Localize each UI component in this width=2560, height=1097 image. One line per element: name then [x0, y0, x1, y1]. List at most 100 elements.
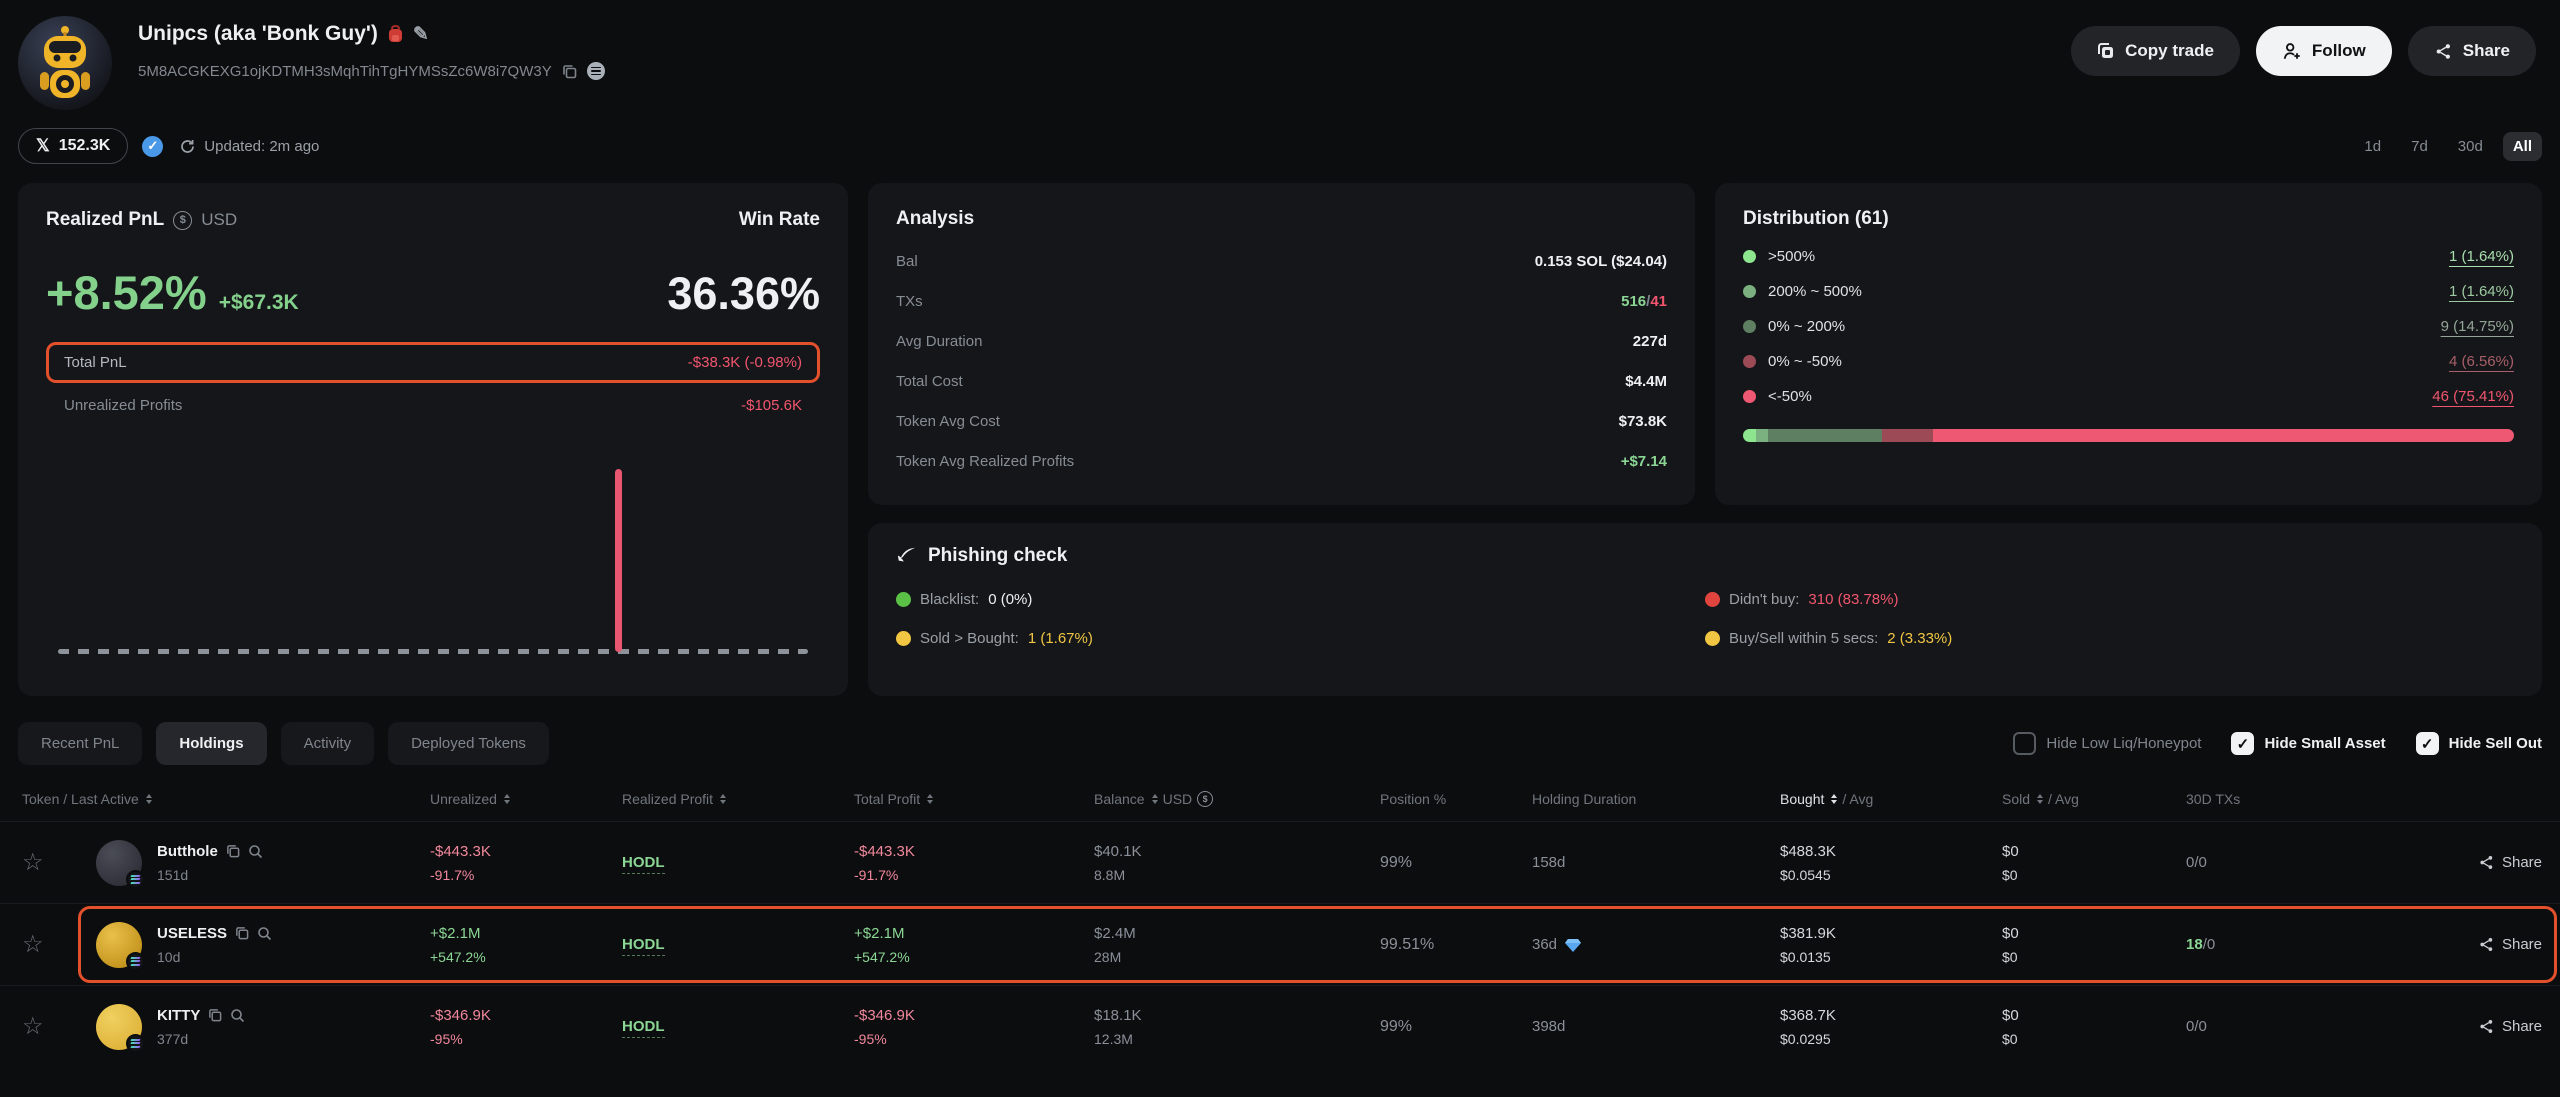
search-token-icon[interactable]: [257, 926, 272, 941]
filter-hide-sell-out[interactable]: ✓ Hide Sell Out: [2416, 732, 2542, 755]
total-profit-cell: -$443.3K-91.7%: [854, 843, 1094, 883]
sort-icon[interactable]: [1831, 791, 1837, 807]
column-label: Unrealized: [430, 791, 497, 807]
time-filter-7d[interactable]: 7d: [2401, 132, 2438, 161]
filter-hide-low-liq-honeypot[interactable]: ✓ Hide Low Liq/Honeypot: [2013, 732, 2201, 755]
checkbox-icon[interactable]: ✓: [2231, 732, 2254, 755]
token-last-active: 377d: [157, 1031, 245, 1047]
table-row-kitty[interactable]: ☆ KITTY 377d: [0, 985, 2560, 1067]
distribution-range-label: 0% ~ 200%: [1768, 318, 1845, 335]
checkbox-icon[interactable]: ✓: [2013, 732, 2036, 755]
phishing-item-label: Buy/Sell within 5 secs:: [1729, 630, 1878, 647]
filter-hide-small-asset[interactable]: ✓ Hide Small Asset: [2231, 732, 2385, 755]
sort-icon[interactable]: [927, 791, 933, 807]
follow-button[interactable]: Follow: [2256, 26, 2392, 76]
explorer-link-icon[interactable]: [587, 62, 605, 80]
distribution-card: Distribution (61) >500% 1 (1.64%) 200% ~…: [1715, 183, 2542, 505]
copy-token-icon[interactable]: [208, 1008, 222, 1022]
sort-icon[interactable]: [720, 791, 726, 807]
sort-icon[interactable]: [2037, 791, 2043, 807]
twitter-followers-pill[interactable]: 𝕏 152.3K: [18, 128, 128, 164]
edit-name-icon[interactable]: ✎: [413, 23, 429, 46]
token-avatar[interactable]: [96, 922, 142, 968]
favorite-star-icon[interactable]: ☆: [22, 930, 68, 959]
token-last-active: 10d: [157, 949, 272, 965]
favorite-star-icon[interactable]: ☆: [22, 1012, 68, 1041]
tab-recent-pnl[interactable]: Recent PnL: [18, 722, 142, 765]
sold-cell: $0$0: [2002, 1007, 2186, 1047]
distribution-count-link[interactable]: 1 (1.64%): [2449, 248, 2514, 265]
distribution-bar-segment: [1882, 429, 1933, 442]
time-filter-group: 1d 7d 30d All: [2354, 132, 2542, 161]
sort-icon[interactable]: [146, 791, 152, 807]
analysis-row-value: 516/41: [1621, 293, 1667, 310]
time-filter-1d[interactable]: 1d: [2354, 132, 2391, 161]
analysis-row-value: $4.4M: [1625, 373, 1667, 390]
distribution-dot-icon: [1743, 285, 1756, 298]
tab-activity[interactable]: Activity: [281, 722, 375, 765]
column-header-30d-txs[interactable]: 30D TXs: [2186, 791, 2436, 807]
distribution-range-label: 0% ~ -50%: [1768, 353, 1842, 370]
share-row-button[interactable]: Share: [2478, 1018, 2542, 1035]
column-header-balance[interactable]: Balance USD $: [1094, 791, 1380, 807]
column-header-bought[interactable]: Bought / Avg: [1780, 791, 2002, 807]
realized-profit-cell: HODL: [622, 936, 854, 954]
token-name[interactable]: Butthole: [157, 843, 218, 860]
column-header-total-profit[interactable]: Total Profit: [854, 791, 1094, 807]
column-header-realized-profit[interactable]: Realized Profit: [622, 791, 854, 807]
unrealized-cell: -$443.3K-91.7%: [430, 843, 622, 883]
currency-toggle-icon[interactable]: $: [1197, 791, 1213, 807]
distribution-count-link[interactable]: 1 (1.64%): [2449, 283, 2514, 300]
token-avatar[interactable]: [96, 840, 142, 886]
column-header-position[interactable]: Position %: [1380, 791, 1532, 807]
distribution-count-link[interactable]: 9 (14.75%): [2441, 318, 2514, 335]
copy-token-icon[interactable]: [235, 926, 249, 940]
column-label: 30D TXs: [2186, 791, 2240, 807]
time-filter-30d[interactable]: 30d: [2448, 132, 2493, 161]
token-avatar[interactable]: [96, 1004, 142, 1050]
distribution-range-label: 200% ~ 500%: [1768, 283, 1862, 300]
distribution-count-link[interactable]: 4 (6.56%): [2449, 353, 2514, 370]
refresh-icon[interactable]: [179, 138, 196, 155]
time-filter-all[interactable]: All: [2503, 132, 2542, 161]
analysis-row: Token Avg Cost $73.8K: [896, 413, 1667, 430]
sort-icon[interactable]: [1152, 791, 1158, 807]
currency-label[interactable]: USD: [201, 210, 237, 230]
distribution-dot-icon: [1743, 250, 1756, 263]
analysis-row-label: Total Cost: [896, 373, 963, 390]
table-row-butthole[interactable]: ☆ Butthole 151d: [0, 821, 2560, 903]
column-header-token-last-active[interactable]: Token / Last Active: [22, 791, 430, 807]
copy-address-icon[interactable]: [562, 64, 577, 79]
distribution-dot-icon: [1743, 320, 1756, 333]
solana-chain-icon: [126, 870, 145, 889]
token-name[interactable]: USELESS: [157, 925, 227, 942]
checkbox-icon[interactable]: ✓: [2416, 732, 2439, 755]
column-header-holding-duration[interactable]: Holding Duration: [1532, 791, 1780, 807]
copy-token-icon[interactable]: [226, 844, 240, 858]
sort-icon[interactable]: [504, 791, 510, 807]
analysis-row-value: 0.153 SOL ($24.04): [1535, 253, 1667, 270]
win-rate-value: 36.36%: [667, 268, 820, 320]
share-row-button[interactable]: Share: [2478, 854, 2542, 871]
distribution-count-link[interactable]: 46 (75.41%): [2432, 388, 2514, 405]
column-header-unrealized[interactable]: Unrealized: [430, 791, 622, 807]
currency-toggle-icon[interactable]: $: [173, 211, 192, 230]
tab-holdings[interactable]: Holdings: [156, 722, 266, 765]
search-token-icon[interactable]: [248, 844, 263, 859]
wallet-address[interactable]: 5M8ACGKEXG1ojKDTMH3sMqhTihTgHYMSsZc6W8i7…: [138, 63, 552, 80]
share-profile-button[interactable]: Share: [2408, 26, 2536, 76]
holdings-table-body: ☆ Butthole 151d: [0, 821, 2560, 1067]
x-twitter-icon: 𝕏: [36, 136, 50, 156]
solana-chain-icon: [126, 1034, 145, 1053]
copy-trade-button[interactable]: Copy trade: [2071, 26, 2240, 76]
token-name[interactable]: KITTY: [157, 1007, 200, 1024]
column-header-sold[interactable]: Sold / Avg: [2002, 791, 2186, 807]
analysis-row-label: Avg Duration: [896, 333, 982, 350]
tab-deployed-tokens[interactable]: Deployed Tokens: [388, 722, 549, 765]
phishing-status-dot-icon: [896, 631, 911, 646]
favorite-star-icon[interactable]: ☆: [22, 848, 68, 877]
search-token-icon[interactable]: [230, 1008, 245, 1023]
status-bar: 𝕏 152.3K ✓ Updated: 2m ago 1d7d30dAll: [0, 128, 2560, 164]
table-row-useless[interactable]: ☆ USELESS 10d: [0, 903, 2560, 985]
share-row-button[interactable]: Share: [2478, 936, 2542, 953]
